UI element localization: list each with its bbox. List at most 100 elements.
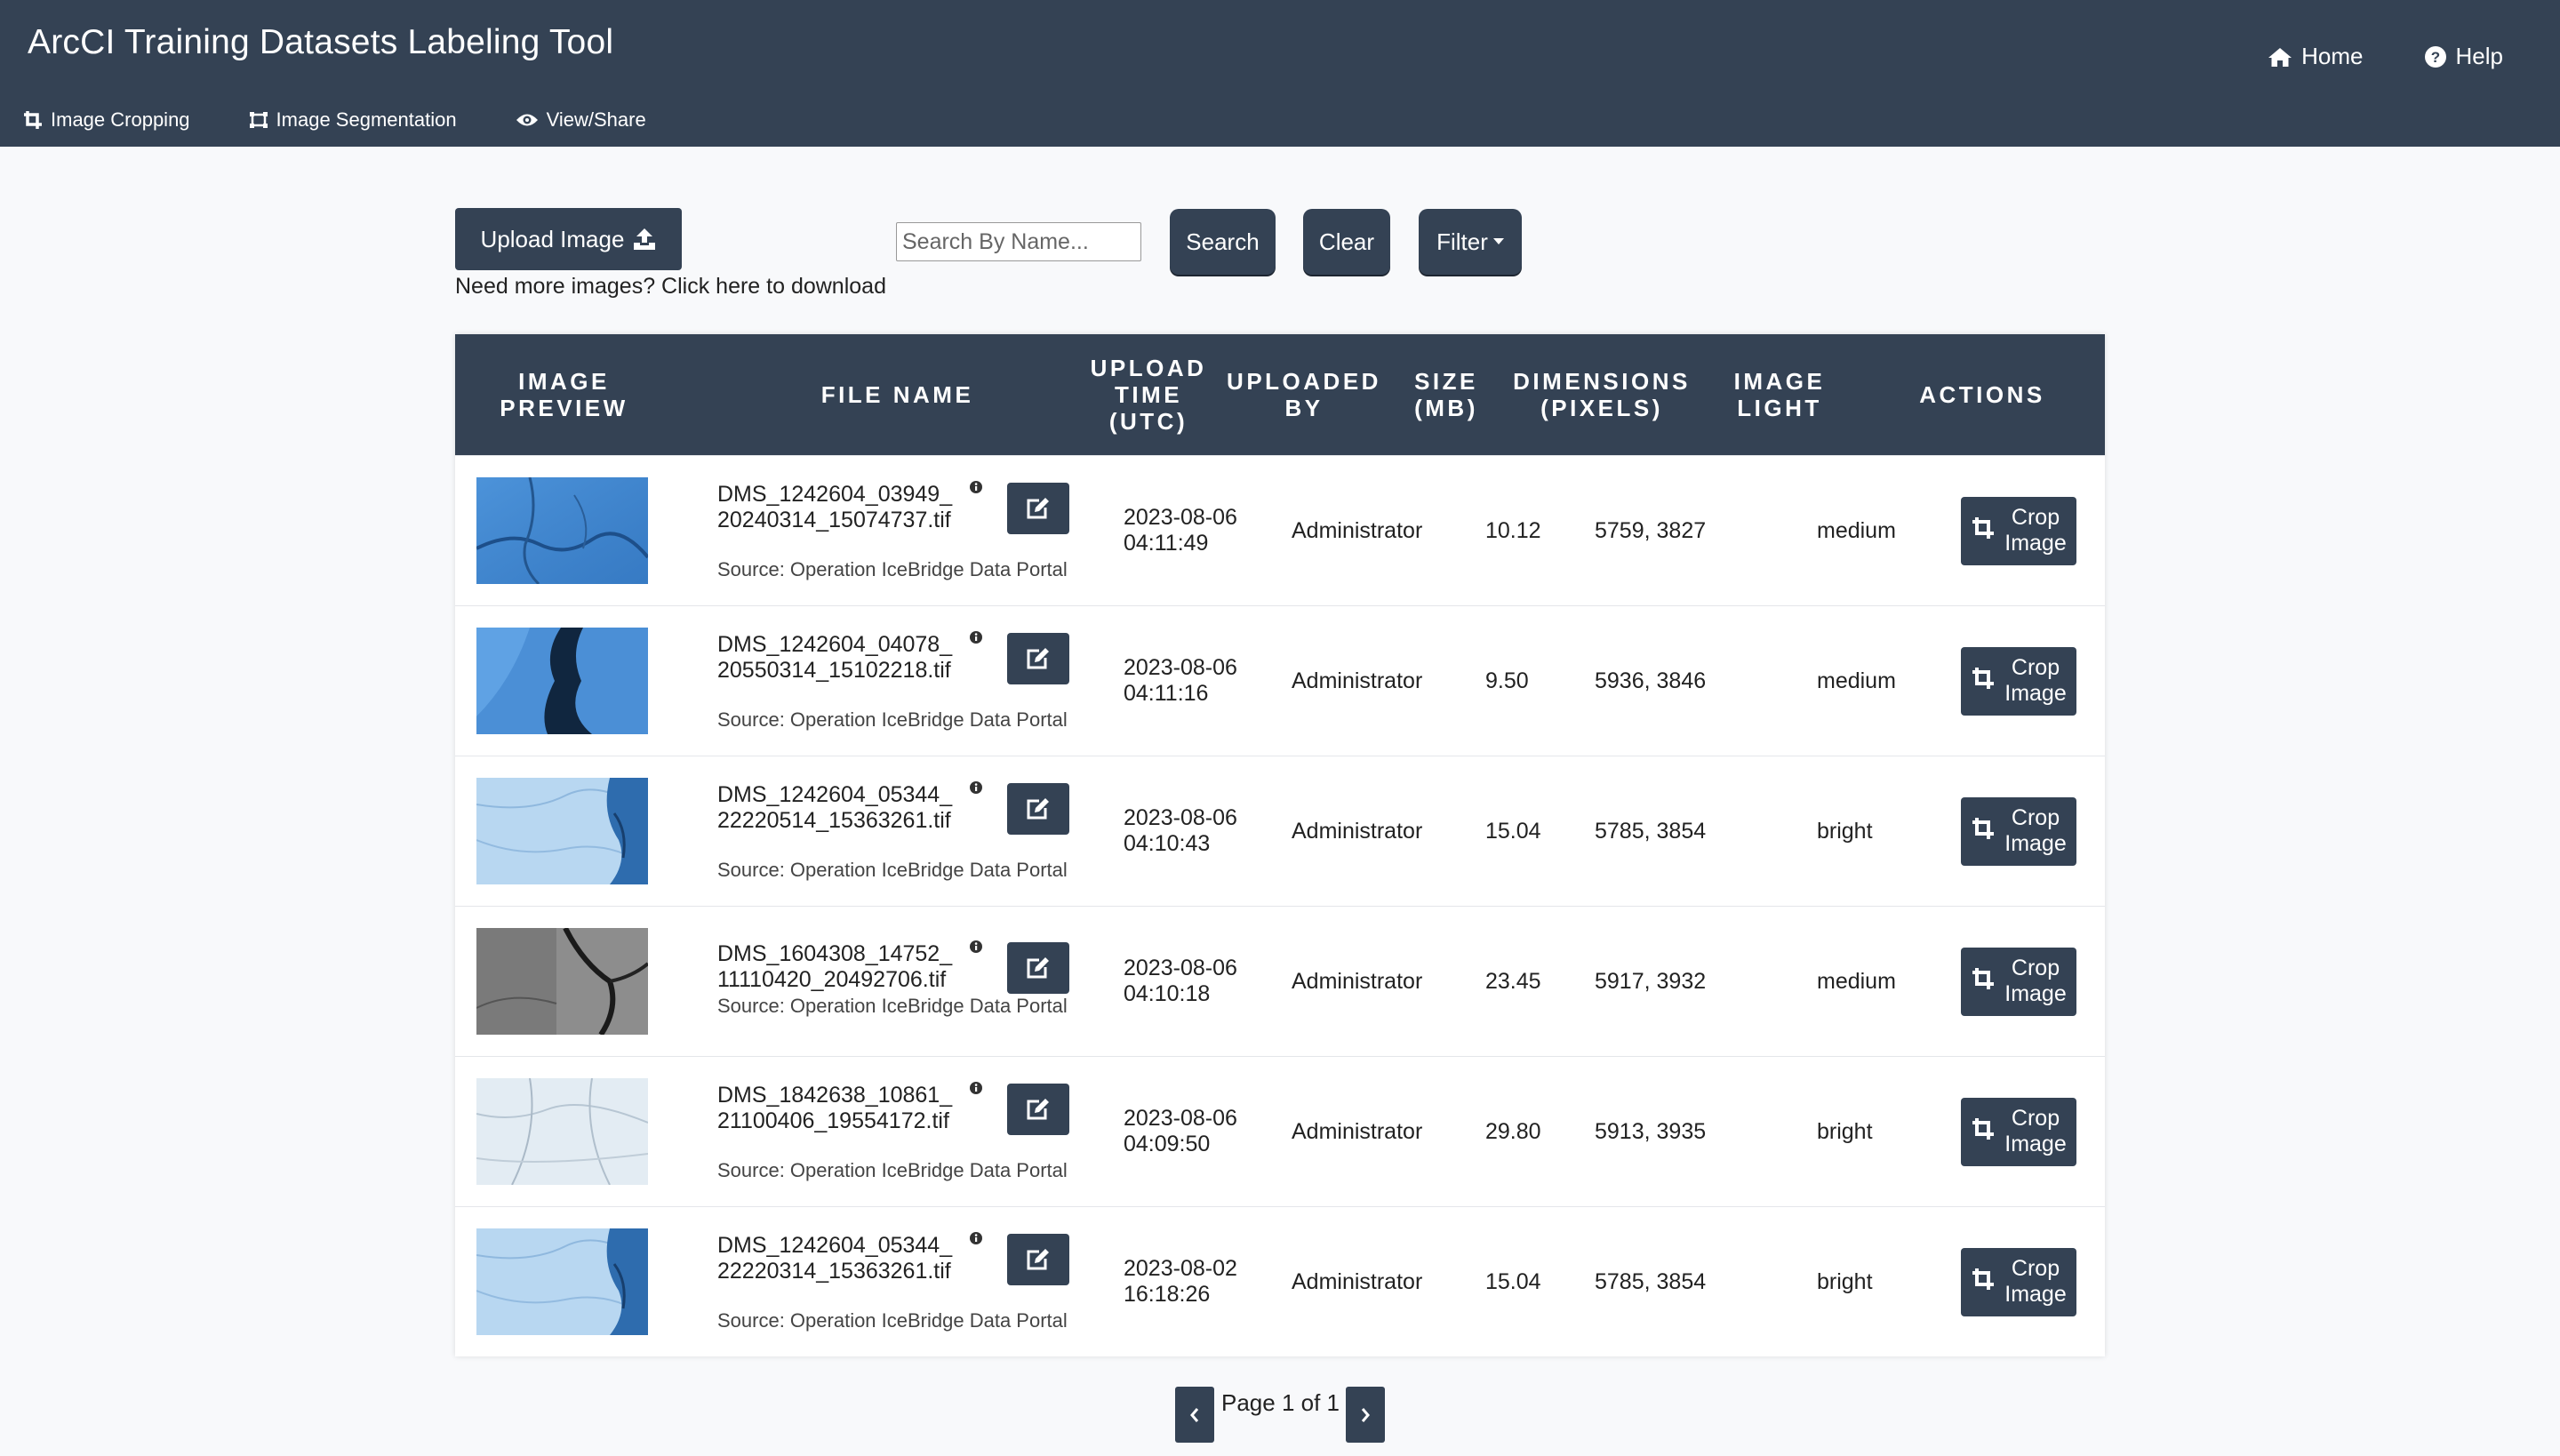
download-images-link[interactable]: Need more images? Click here to download [455,274,886,300]
search-label: Search [1186,228,1260,255]
upload-clock: 04:11:49 [1124,531,1209,556]
table-row: DMS_1242604_05344_ 22220514_15363261.tif S… [455,756,2105,907]
dimensions: 5785, 3854 [1595,1269,1707,1294]
table-row: DMS_1242604_03949_ 20240314_15074737.tif S… [455,455,2105,606]
crop-icon [23,110,43,130]
crop-image-label: Crop Image [1998,805,2073,857]
search-button[interactable]: Search [1170,209,1276,275]
file-name-line1: DMS_1242604_03949_ [717,482,953,507]
edit-name-button[interactable] [1007,942,1069,994]
header-size: SIZE (MB) [1414,368,1478,421]
clear-button[interactable]: Clear [1303,209,1390,275]
file-name-line2: 22220314_15363261.tif [717,1259,951,1284]
search-input[interactable] [896,222,1141,261]
upload-time: 2023-08-06 04:11:16 [1124,655,1237,707]
crop-icon [1972,667,1995,690]
filter-dropdown-button[interactable]: Filter [1419,209,1522,275]
file-name: DMS_1242604_05344_ 22220514_15363261.tif [717,782,952,834]
crop-icon [1972,1117,1995,1140]
info-icon[interactable] [969,480,983,494]
clear-label: Clear [1318,228,1375,255]
dimensions: 5917, 3932 [1595,969,1707,994]
crop-label-line1: Crop [2011,505,2060,530]
crop-image-button[interactable]: Crop Image [1961,1098,2076,1166]
crop-image-label: Crop Image [1998,655,2073,707]
file-name-line1: DMS_1604308_14752_ [717,941,953,966]
crop-icon [1972,967,1995,990]
crop-label-line1: Crop [2011,655,2060,680]
image-source: Source: Operation IceBridge Data Portal [717,859,1068,881]
subnav-view-share[interactable]: View/Share [516,108,646,132]
edit-name-button[interactable] [1007,1234,1069,1285]
image-preview[interactable] [476,628,648,734]
table-row: DMS_1604308_14752_ 11110420_20492706.tif S… [455,906,2105,1057]
file-name-line2: 11110420_20492706.tif [717,967,947,992]
edit-name-button[interactable] [1007,483,1069,534]
edit-icon [1026,1098,1051,1121]
upload-clock: 04:10:18 [1124,981,1211,1006]
filter-label: Filter [1436,228,1488,255]
upload-time: 2023-08-02 16:18:26 [1124,1256,1237,1308]
crop-image-button[interactable]: Crop Image [1961,797,2076,866]
file-name-line1: DMS_1842638_10861_ [717,1083,953,1108]
crop-label-line2: Image [2004,531,2067,556]
edit-name-button[interactable] [1007,633,1069,684]
edit-icon [1026,956,1051,980]
info-icon[interactable] [969,1081,983,1095]
file-name: DMS_1242604_04078_ 20550314_15102218.tif [717,632,952,684]
file-name-line1: DMS_1242604_05344_ [717,782,953,807]
home-icon [2268,46,2292,68]
upload-date: 2023-08-06 [1124,805,1237,830]
nav-home-link[interactable]: Home [2268,43,2364,70]
file-name-line2: 20550314_15102218.tif [717,658,951,683]
nav-help-link[interactable]: ? Help [2424,43,2503,70]
subnav-image-segmentation[interactable]: Image Segmentation [249,108,457,132]
subnav-label: Image Segmentation [276,108,457,131]
table-row: DMS_1242604_04078_ 20550314_15102218.tif S… [455,605,2105,756]
caret-down-icon [1492,238,1504,245]
file-name: DMS_1242604_05344_ 22220314_15363261.tif [717,1233,952,1284]
upload-date: 2023-08-06 [1124,1106,1237,1131]
edit-icon [1026,647,1051,670]
info-icon[interactable] [969,780,983,795]
crop-image-button[interactable]: Crop Image [1961,1248,2076,1316]
header-uploaded-by: UPLOADED BY [1227,368,1381,421]
upload-clock: 16:18:26 [1124,1282,1211,1307]
info-icon[interactable] [969,630,983,644]
upload-image-button[interactable]: Upload Image [455,208,682,270]
info-icon[interactable] [969,940,983,954]
crop-icon [1972,817,1995,840]
file-name-line2: 21100406_19554172.tif [717,1108,949,1133]
image-source: Source: Operation IceBridge Data Portal [717,995,1068,1017]
image-preview[interactable] [476,1078,648,1185]
image-light: bright [1817,819,1873,844]
page-indicator: Page 1 of 1 [1221,1389,1340,1416]
header-image-preview: IMAGE PREVIEW [500,368,628,421]
upload-date: 2023-08-06 [1124,505,1237,530]
dimensions: 5759, 3827 [1595,518,1707,543]
upload-date: 2023-08-06 [1124,956,1237,980]
edit-name-button[interactable] [1007,783,1069,835]
header-image-light: IMAGE LIGHT [1733,368,1826,421]
edit-name-button[interactable] [1007,1084,1069,1135]
edit-icon [1026,497,1051,520]
info-icon[interactable] [969,1231,983,1245]
image-preview[interactable] [476,477,648,584]
crop-label-line2: Image [2004,831,2067,856]
crop-image-button[interactable]: Crop Image [1961,948,2076,1016]
crop-image-button[interactable]: Crop Image [1961,497,2076,565]
upload-label: Upload Image [480,225,625,252]
crop-image-button[interactable]: Crop Image [1961,647,2076,716]
image-light: medium [1817,518,1896,543]
subnav-image-cropping[interactable]: Image Cropping [23,108,190,132]
image-preview[interactable] [476,1228,648,1335]
upload-date: 2023-08-06 [1124,655,1237,680]
crop-icon [1972,516,1995,540]
image-preview[interactable] [476,928,648,1035]
next-page-button[interactable] [1346,1387,1385,1443]
image-source: Source: Operation IceBridge Data Portal [717,558,1068,580]
table-header: IMAGE PREVIEW FILE NAME UPLOAD TIME (UTC… [455,334,2105,455]
table-row: DMS_1242604_05344_ 22220314_15363261.tif S… [455,1206,2105,1357]
prev-page-button[interactable] [1175,1387,1214,1443]
image-preview[interactable] [476,778,648,884]
